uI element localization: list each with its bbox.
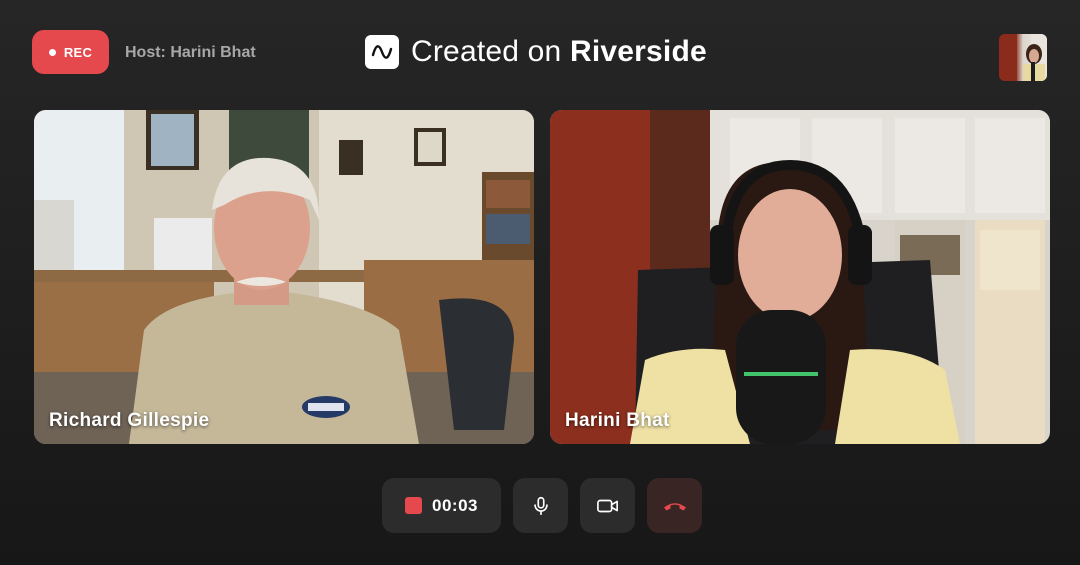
stop-recording-icon xyxy=(405,497,422,514)
video-camera-icon xyxy=(596,499,618,512)
recording-dot-icon xyxy=(48,48,56,56)
brand-prefix: Created on xyxy=(411,35,562,68)
stop-recording-button[interactable]: 00:03 xyxy=(382,478,501,533)
video-feed-image xyxy=(34,110,534,444)
microphone-toggle-button[interactable] xyxy=(513,478,568,533)
brand-text: Created on Riverside xyxy=(411,35,707,69)
microphone-icon xyxy=(533,496,548,515)
video-feed-image xyxy=(550,110,1050,444)
participant-name-label: Harini Bhat xyxy=(565,410,670,431)
camera-toggle-button[interactable] xyxy=(580,478,635,533)
recording-badge: REC xyxy=(32,30,109,74)
video-tile-richard[interactable]: Richard Gillespie xyxy=(34,110,534,444)
brand-banner: Created on Riverside xyxy=(365,33,707,71)
recording-timer: 00:03 xyxy=(432,495,478,515)
participant-name-label: Richard Gillespie xyxy=(49,410,210,431)
riverside-logo-icon xyxy=(365,35,399,69)
brand-name: Riverside xyxy=(569,35,707,68)
video-tile-harini[interactable]: Harini Bhat xyxy=(550,110,1050,444)
recording-label: REC xyxy=(63,44,93,60)
self-view-thumbnail[interactable] xyxy=(999,34,1047,81)
end-call-icon xyxy=(663,502,686,510)
host-label: Host: Harini Bhat xyxy=(125,44,256,61)
recording-studio: REC Host: Harini Bhat Created on Riversi… xyxy=(0,0,1080,565)
end-call-button[interactable] xyxy=(647,478,702,533)
